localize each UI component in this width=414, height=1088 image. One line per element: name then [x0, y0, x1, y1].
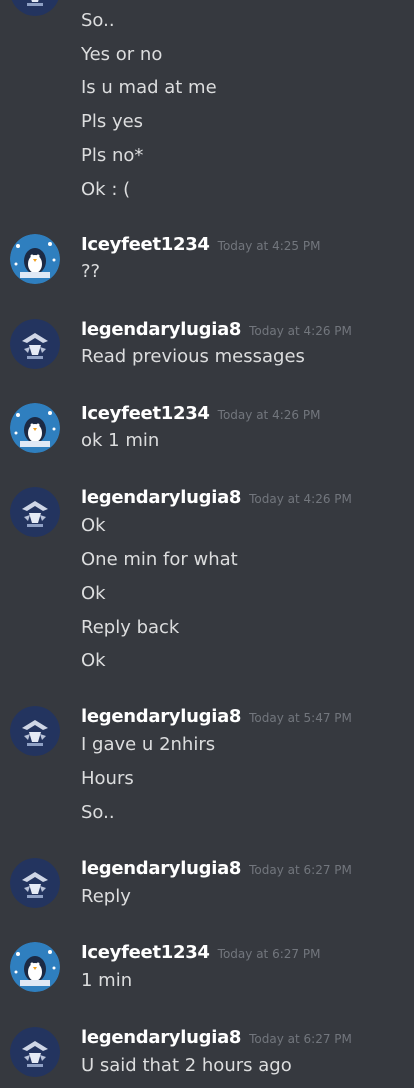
- message-text: I gave u 2nhirs: [81, 734, 216, 755]
- message-author[interactable]: legendarylugia8 Today at 6:27 PM: [81, 858, 352, 881]
- message-text: U said that 2 hours ago: [81, 1055, 292, 1076]
- message-author[interactable]: Iceyfeet1234 Today at 4:26 PM: [81, 403, 320, 426]
- author-name[interactable]: legendarylugia8: [81, 319, 241, 340]
- message-text: Ok : (: [81, 179, 131, 200]
- lugia-avatar-icon[interactable]: [10, 1027, 60, 1077]
- message-text: Ok: [81, 650, 106, 671]
- message-author[interactable]: legendarylugia8 Today at 6:27 PM: [81, 1027, 352, 1050]
- message-text: ok 1 min: [81, 430, 160, 451]
- message-text: Ok: [81, 515, 106, 536]
- message-author[interactable]: legendarylugia8 Today at 4:26 PM: [81, 319, 352, 342]
- message-timestamp: Today at 5:47 PM: [249, 711, 352, 725]
- message-author[interactable]: Iceyfeet1234 Today at 4:25 PM: [81, 234, 320, 257]
- penguin-avatar-icon[interactable]: [10, 403, 60, 453]
- lugia-avatar-icon[interactable]: [10, 858, 60, 908]
- lugia-avatar-icon[interactable]: [10, 487, 60, 537]
- author-name[interactable]: Iceyfeet1234: [81, 403, 210, 424]
- message-timestamp: Today at 6:27 PM: [217, 947, 321, 961]
- penguin-avatar-icon[interactable]: [10, 234, 60, 284]
- chat-messages: So.. Yes or no Is u mad at me Pls yes Pl…: [0, 0, 414, 1088]
- author-name[interactable]: Iceyfeet1234: [81, 234, 210, 255]
- message-timestamp: Today at 4:26 PM: [217, 408, 321, 422]
- lugia-avatar-icon[interactable]: [10, 0, 60, 16]
- author-name[interactable]: legendarylugia8: [81, 858, 241, 879]
- message-text: Is u mad at me: [81, 77, 217, 98]
- lugia-avatar-icon[interactable]: [10, 706, 60, 756]
- message-text: Ok: [81, 583, 106, 604]
- author-name[interactable]: Iceyfeet1234: [81, 942, 210, 963]
- author-name[interactable]: legendarylugia8: [81, 487, 241, 508]
- message-text: Reply back: [81, 617, 180, 638]
- message-text: Yes or no: [81, 44, 163, 65]
- message-author[interactable]: legendarylugia8 Today at 4:26 PM: [81, 487, 352, 510]
- message-timestamp: Today at 6:27 PM: [249, 1032, 352, 1046]
- penguin-avatar-icon[interactable]: [10, 942, 60, 992]
- author-name[interactable]: legendarylugia8: [81, 1027, 241, 1048]
- message-author[interactable]: legendarylugia8 Today at 5:47 PM: [81, 706, 352, 729]
- message-text: 1 min: [81, 970, 133, 991]
- message-text: Read previous messages: [81, 346, 305, 367]
- message-text: ??: [81, 261, 101, 282]
- message-author[interactable]: Iceyfeet1234 Today at 6:27 PM: [81, 942, 320, 965]
- lugia-avatar-icon[interactable]: [10, 319, 60, 369]
- message-text: Hours: [81, 768, 134, 789]
- message-text: Pls no*: [81, 145, 144, 166]
- message-text: So..: [81, 10, 115, 31]
- message-text: Pls yes: [81, 111, 144, 132]
- message-timestamp: Today at 4:26 PM: [249, 492, 352, 506]
- message-timestamp: Today at 6:27 PM: [249, 863, 352, 877]
- message-text: One min for what: [81, 549, 238, 570]
- message-timestamp: Today at 4:26 PM: [249, 324, 352, 338]
- message-timestamp: Today at 4:25 PM: [217, 239, 321, 253]
- message-text: So..: [81, 802, 115, 823]
- author-name[interactable]: legendarylugia8: [81, 706, 241, 727]
- message-text: Reply: [81, 886, 131, 907]
